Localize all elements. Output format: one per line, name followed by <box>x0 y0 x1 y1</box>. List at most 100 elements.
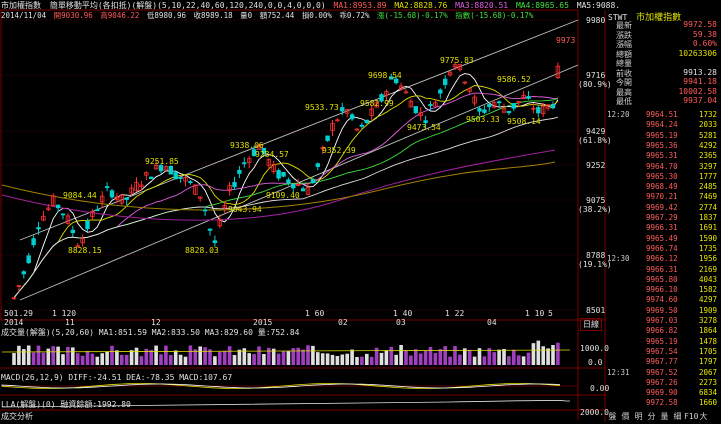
tick-row[interactable]: 9966.74 1735 <box>606 244 719 253</box>
candle-body <box>511 103 516 109</box>
volume-bar <box>399 345 403 365</box>
timeline-3: 2015 <box>253 318 273 327</box>
tick-volume: 3297 <box>698 161 717 171</box>
quote-stat-row: 總量 <box>606 58 719 68</box>
tick-price: 9967.77 <box>646 357 678 367</box>
tick-row[interactable]: 9966.31 2169 <box>606 265 719 274</box>
volume-bar <box>208 349 212 365</box>
price-callout: 9582.99 <box>360 99 394 108</box>
tick-row[interactable]: 9965.31 2365 <box>606 151 719 160</box>
candle-body <box>85 220 90 230</box>
tick-volume: 1735 <box>698 243 717 253</box>
volume-bar <box>188 345 193 365</box>
tick-row[interactable]: 9966.10 1582 <box>606 285 719 294</box>
candle-body <box>281 171 286 177</box>
tick-row[interactable]: 9965.30 1777 <box>606 172 719 181</box>
tick-row[interactable]: 9969.42 2774 <box>606 203 719 212</box>
volume-bar <box>472 356 477 365</box>
tick-row[interactable]: 9965.80 4043 <box>606 275 719 284</box>
tick-row[interactable]: 9965.19 1478 <box>606 337 719 346</box>
candle-body <box>178 177 183 179</box>
volume-bar <box>556 342 560 365</box>
quote-tabbar: 盤價明分量細 F10大 <box>606 411 719 422</box>
tick-price: 9967.29 <box>646 213 678 222</box>
ma2-value: MA2:8828.76 <box>394 1 448 10</box>
tick-volume: 1660 <box>698 398 717 408</box>
tick-volume: 1909 <box>698 305 717 315</box>
volume-bar <box>31 352 36 365</box>
candle-body <box>276 170 281 179</box>
timeline-mark-3: 1 22 <box>445 309 465 318</box>
timeline-2: 12 <box>151 318 161 327</box>
tick-row[interactable]: 9969.50 1909 <box>606 306 719 315</box>
tick-price: 9969.90 <box>646 388 678 398</box>
ma4-value: MA4:8965.65 <box>515 1 569 10</box>
tick-row[interactable]: 9970.21 7469 <box>606 192 719 201</box>
tick-row[interactable]: 12:20 9964.51 1732 <box>606 110 719 119</box>
analysis-tab[interactable]: 成交分析 <box>1 411 33 422</box>
volume-bar <box>497 349 501 365</box>
price-callout: 9284.57 <box>255 150 289 159</box>
tick-price: 9964.51 <box>646 110 678 119</box>
tick-row[interactable]: 9967.26 2273 <box>606 378 719 387</box>
volume-bar <box>71 347 75 365</box>
volume-bar <box>507 356 511 365</box>
volume-bar <box>252 354 256 365</box>
quote-stat-row: 最新 9972.58 <box>606 20 719 30</box>
bar-close: 收8989.18 <box>193 11 233 20</box>
tick-row[interactable]: 9964.24 2033 <box>606 120 719 129</box>
quote-tab[interactable]: 細 <box>671 411 684 422</box>
volume-bar <box>512 349 516 365</box>
bar-volume: 量0 <box>240 11 253 20</box>
tick-row[interactable]: 9967.03 3278 <box>606 316 719 325</box>
tick-row[interactable]: 9965.19 5281 <box>606 131 719 140</box>
timeline-4: 02 <box>338 318 348 327</box>
volume-bar <box>203 347 207 365</box>
tick-price: 9965.19 <box>646 130 678 140</box>
tick-row[interactable]: 9968.49 2485 <box>606 182 719 191</box>
timeline-mark-0: 1 120 <box>52 309 77 318</box>
quote-stat-value: 9941.18 <box>683 77 717 86</box>
tick-row[interactable]: 9974.60 4297 <box>606 295 719 304</box>
quote-tab[interactable]: 價 <box>619 411 632 422</box>
price-callout: 9109.40 <box>266 191 300 200</box>
tick-volume: 2169 <box>698 264 717 274</box>
quote-tab[interactable]: 大 <box>697 411 710 422</box>
tick-row[interactable]: 12:30 9966.12 1956 <box>606 254 719 263</box>
volume-bar <box>134 347 139 365</box>
tick-row[interactable]: 12:31 9967.52 2067 <box>606 368 719 377</box>
tick-row[interactable]: 9966.82 1864 <box>606 326 719 335</box>
tick-row[interactable]: 9967.54 1705 <box>606 347 719 356</box>
tick-row[interactable]: 9966.31 1691 <box>606 223 719 232</box>
volume-bar <box>56 346 60 365</box>
bar-amount: 額752.44 <box>259 11 295 20</box>
volume-bar <box>423 350 428 365</box>
tick-volume: 7469 <box>698 192 717 202</box>
tick-price: 9966.31 <box>646 223 678 233</box>
volume-bar <box>379 352 384 365</box>
tick-row[interactable]: 9967.29 1837 <box>606 213 719 222</box>
tick-row[interactable]: 9964.70 3297 <box>606 162 719 171</box>
volume-bar <box>198 346 202 365</box>
candle-body <box>242 162 247 165</box>
quote-stat-value: 10002.58 <box>678 86 717 96</box>
tick-row[interactable]: 9969.90 6834 <box>606 388 719 397</box>
quote-tab[interactable]: 明 <box>632 411 645 422</box>
volume-bar <box>306 345 310 365</box>
quote-tab[interactable]: 量 <box>658 411 671 422</box>
ma-line <box>13 73 559 298</box>
quote-tab[interactable]: 分 <box>645 411 658 422</box>
quote-tab[interactable]: F10 <box>684 412 698 421</box>
quote-tab[interactable]: 盤 <box>606 411 619 422</box>
tick-row[interactable]: 9965.49 1590 <box>606 234 719 243</box>
tick-row[interactable]: 9965.36 4292 <box>606 141 719 150</box>
tick-row[interactable]: 9972.58 1660 <box>606 398 719 407</box>
tick-row[interactable]: 9967.77 1797 <box>606 357 719 366</box>
tick-price: 9970.21 <box>646 192 678 202</box>
volume-bar <box>458 354 462 365</box>
tick-volume: 1478 <box>698 336 717 346</box>
tick-volume: 2774 <box>698 202 717 212</box>
tick-price: 9965.30 <box>646 171 678 181</box>
date-button[interactable]: 日線 <box>580 318 602 331</box>
lla-title: LLA(解盤)(0) 融資餘額:1992.80 <box>1 400 131 409</box>
